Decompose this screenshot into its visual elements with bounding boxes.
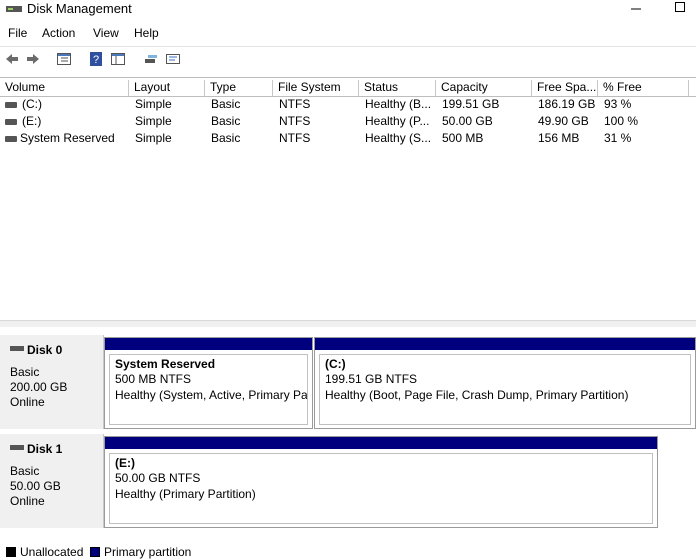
table-row[interactable]: (C:) Simple Basic NTFS Healthy (B... 199… (0, 97, 696, 114)
cell-volume: (E:) (22, 114, 42, 128)
legend-primary-partition: Primary partition (104, 545, 192, 559)
settings-icon[interactable] (165, 51, 181, 67)
menu-bar: File Action View Help (0, 24, 696, 44)
column-volume[interactable]: Volume (0, 80, 129, 96)
back-icon[interactable] (4, 51, 20, 67)
column-free-space[interactable]: Free Spa... (532, 80, 598, 96)
cell-percent-free: 100 % (604, 114, 639, 128)
cell-free-space: 156 MB (538, 131, 580, 145)
cell-type: Basic (211, 97, 241, 111)
disk-icon (10, 346, 24, 351)
cell-free-space: 186.19 GB (538, 97, 596, 111)
disk-map: Disk 0 Basic 200.00 GB Online System Res… (0, 327, 696, 553)
cell-type: Basic (211, 114, 241, 128)
forward-icon[interactable] (25, 51, 41, 67)
legend: Unallocated Primary partition (0, 545, 696, 559)
cell-file-system: NTFS (279, 97, 311, 111)
partition-e[interactable]: (E:) 50.00 GB NTFS Healthy (Primary Part… (104, 436, 658, 528)
column-capacity[interactable]: Capacity (436, 80, 532, 96)
cell-layout: Simple (135, 131, 172, 145)
properties-icon[interactable] (56, 51, 72, 67)
maximize-button[interactable] (672, 0, 688, 16)
menu-file[interactable]: File (8, 26, 27, 40)
cell-file-system: NTFS (279, 131, 311, 145)
disk-size: 200.00 GB (10, 380, 68, 394)
partition-size: 199.51 GB NTFS (325, 372, 418, 386)
legend-unallocated: Unallocated (20, 545, 84, 559)
column-status[interactable]: Status (359, 80, 436, 96)
help-icon[interactable]: ? (88, 51, 104, 67)
unallocated-swatch (6, 547, 16, 557)
cell-volume: (C:) (22, 97, 42, 111)
disk-management-icon (6, 3, 22, 15)
primary-partition-bar (105, 338, 312, 350)
cell-file-system: NTFS (279, 114, 311, 128)
partition-status: Healthy (Primary Partition) (115, 487, 256, 501)
partition-name: (C:) (325, 357, 346, 371)
volume-icon (5, 136, 17, 142)
cell-type: Basic (211, 131, 241, 145)
cell-layout: Simple (135, 114, 172, 128)
disk-1-label[interactable]: Disk 1 Basic 50.00 GB Online (0, 434, 104, 528)
disk-name: Disk 1 (27, 442, 63, 456)
cell-layout: Simple (135, 97, 172, 111)
menu-help[interactable]: Help (134, 26, 159, 40)
primary-partition-bar (105, 437, 657, 449)
column-type[interactable]: Type (205, 80, 273, 96)
toolbar: ? (0, 46, 696, 71)
menu-view[interactable]: View (93, 26, 119, 40)
title-bar: Disk Management (0, 0, 696, 20)
show-pane-icon[interactable] (110, 51, 126, 67)
partition-name: (E:) (115, 456, 135, 470)
connect-icon[interactable] (143, 51, 159, 67)
menu-action[interactable]: Action (42, 26, 75, 40)
table-row[interactable]: (E:) Simple Basic NTFS Healthy (P... 50.… (0, 114, 696, 131)
disk-state: Online (10, 494, 45, 508)
cell-status: Healthy (S... (365, 131, 432, 145)
disk-0-label[interactable]: Disk 0 Basic 200.00 GB Online (0, 335, 104, 429)
cell-capacity: 199.51 GB (442, 97, 500, 111)
partition-name: System Reserved (115, 357, 216, 371)
disk-icon (10, 445, 24, 450)
volume-list: Volume Layout Type File System Status Ca… (0, 77, 696, 320)
volume-icon (5, 119, 17, 125)
partition-c[interactable]: (C:) 199.51 GB NTFS Healthy (Boot, Page … (314, 337, 696, 429)
disk-state: Online (10, 395, 45, 409)
svg-text:?: ? (93, 54, 99, 66)
cell-status: Healthy (P... (365, 114, 430, 128)
minimize-button[interactable] (628, 0, 644, 16)
column-layout[interactable]: Layout (129, 80, 205, 96)
cell-free-space: 49.90 GB (538, 114, 589, 128)
column-percent-free[interactable]: % Free (598, 80, 689, 96)
cell-volume: System Reserved (20, 131, 115, 145)
partition-size: 500 MB NTFS (115, 372, 192, 386)
cell-percent-free: 93 % (604, 97, 632, 111)
partition-size: 50.00 GB NTFS (115, 471, 201, 485)
column-file-system[interactable]: File System (273, 80, 359, 96)
table-row[interactable]: System Reserved Simple Basic NTFS Health… (0, 131, 696, 148)
cell-status: Healthy (B... (365, 97, 432, 111)
disk-size: 50.00 GB (10, 479, 61, 493)
disk-name: Disk 0 (27, 343, 63, 357)
disk-type: Basic (10, 365, 40, 379)
volume-icon (5, 102, 17, 108)
partition-status: Healthy (Boot, Page File, Crash Dump, Pr… (325, 388, 629, 402)
table-header: Volume Layout Type File System Status Ca… (0, 77, 696, 97)
primary-partition-bar (315, 338, 695, 350)
primary-partition-swatch (90, 547, 100, 557)
window-title: Disk Management (27, 1, 132, 16)
cell-capacity: 50.00 GB (442, 114, 493, 128)
partition-status: Healthy (System, Active, Primary Part (115, 388, 307, 402)
cell-capacity: 500 MB (442, 131, 484, 145)
partition-system-reserved[interactable]: System Reserved 500 MB NTFS Healthy (Sys… (104, 337, 313, 429)
disk-type: Basic (10, 464, 40, 478)
cell-percent-free: 31 % (604, 131, 632, 145)
